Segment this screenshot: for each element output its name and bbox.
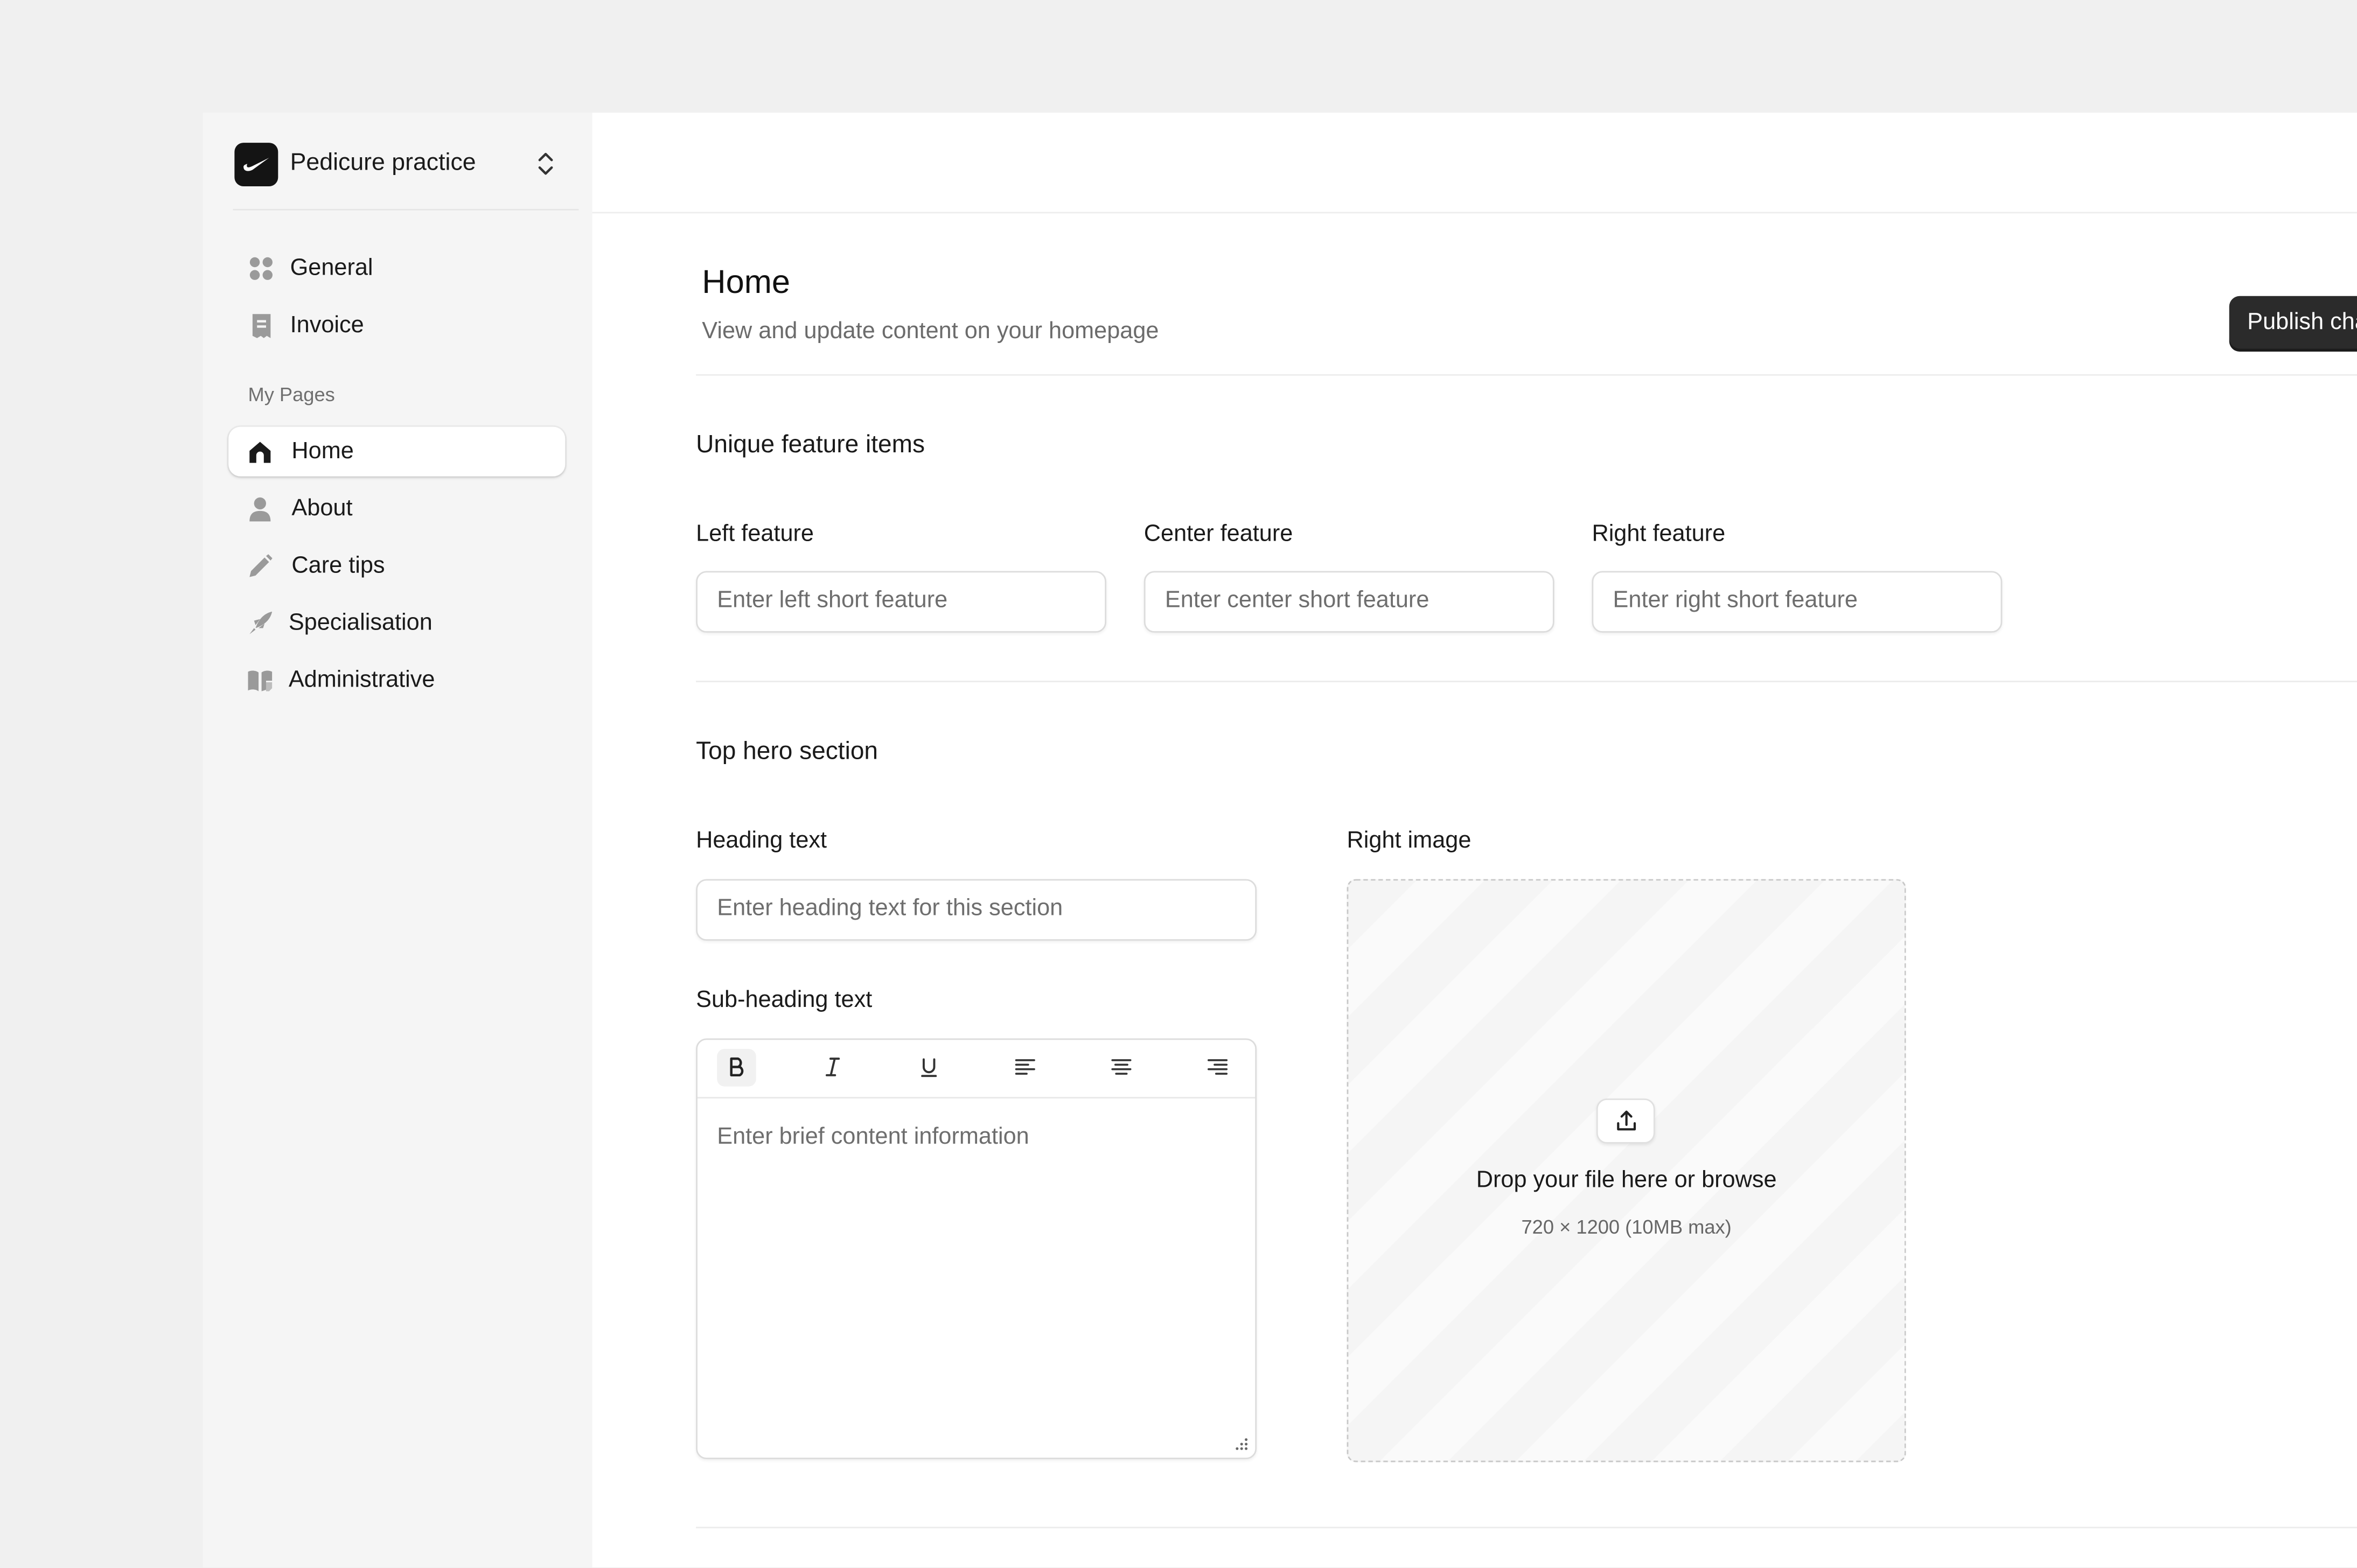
sidebar-item-invoice[interactable]: Invoice (228, 300, 565, 350)
align-right-button[interactable] (1198, 1049, 1237, 1087)
section-heading-features: Unique feature items (696, 431, 925, 459)
sidebar-item-label: General (290, 255, 373, 281)
divider (696, 1527, 2357, 1529)
rocket-icon (249, 611, 273, 634)
rich-text-editor[interactable]: Enter brief content information (696, 1038, 1257, 1459)
top-bar (592, 113, 2357, 214)
divider (696, 374, 2357, 376)
book-icon (248, 670, 273, 691)
brand-logo (234, 143, 278, 187)
left-feature-label: Left feature (696, 521, 814, 547)
align-right-icon (1207, 1059, 1228, 1075)
sidebar-item-label: Administrative (288, 667, 435, 693)
heading-text-input[interactable]: Enter heading text for this section (696, 879, 1257, 941)
sidebar-item-label: Home (291, 438, 354, 465)
sidebar-item-care-tips[interactable]: Care tips (228, 541, 565, 591)
pencil-icon (249, 554, 273, 577)
underline-icon (921, 1058, 937, 1077)
dropzone-title: Drop your file here or browse (1476, 1167, 1777, 1193)
page-subtitle: View and update content on your homepage (702, 318, 1159, 345)
align-center-button[interactable] (1102, 1049, 1141, 1087)
subheading-text-label: Sub-heading text (696, 987, 873, 1013)
user-icon (249, 497, 271, 522)
center-feature-input[interactable]: Enter center short feature (1143, 571, 1554, 633)
heading-text-label: Heading text (696, 828, 827, 854)
workspace-switcher[interactable]: Pedicure practice (233, 140, 579, 211)
receipt-icon (252, 314, 271, 338)
sidebar: Pedicure practice General Invoice My Pag… (203, 113, 592, 1567)
bold-button[interactable] (717, 1048, 756, 1087)
upload-icon (1617, 1110, 1636, 1131)
sidebar-item-specialisation[interactable]: Specialisation (228, 598, 565, 648)
sidebar-item-label: Specialisation (288, 610, 433, 636)
sidebar-item-home[interactable]: Home (228, 426, 566, 477)
underline-button[interactable] (909, 1049, 949, 1087)
right-feature-label: Right feature (1592, 521, 1726, 547)
sidebar-item-about[interactable]: About (228, 484, 565, 534)
main-content: Home View and update content on your hom… (592, 113, 2357, 1567)
workspace-name: Pedicure practice (290, 150, 476, 176)
left-feature-input[interactable]: Enter left short feature (696, 571, 1107, 633)
resize-handle-icon[interactable] (1234, 1437, 1249, 1452)
sidebar-item-administrative[interactable]: Administrative (228, 655, 565, 705)
section-heading-hero: Top hero section (696, 738, 878, 765)
page-title: Home (702, 263, 791, 301)
dropzone-hint: 720 × 1200 (10MB max) (1521, 1215, 1732, 1238)
editor-placeholder: Enter brief content information (717, 1124, 1029, 1150)
sidebar-item-general[interactable]: General (228, 243, 565, 293)
italic-icon (825, 1058, 840, 1076)
home-icon (249, 442, 271, 463)
upload-button[interactable] (1596, 1098, 1655, 1144)
center-feature-label: Center feature (1143, 521, 1293, 547)
sidebar-item-label: Care tips (291, 553, 385, 579)
sidebar-item-label: Invoice (290, 312, 364, 338)
bold-icon (730, 1057, 744, 1077)
align-center-icon (1111, 1059, 1132, 1075)
editor-toolbar (697, 1040, 1256, 1099)
right-image-label: Right image (1347, 828, 1472, 854)
publish-changes-button[interactable]: Publish changes (2229, 296, 2357, 352)
divider (696, 681, 2357, 683)
italic-button[interactable] (813, 1049, 853, 1087)
image-dropzone[interactable]: Drop your file here or browse 720 × 1200… (1347, 879, 1906, 1462)
align-left-icon (1015, 1059, 1035, 1075)
chevron-up-down-icon[interactable] (534, 149, 558, 179)
section-label-my-pages: My Pages (248, 383, 335, 406)
grid-icon (249, 257, 273, 280)
app-window: Pedicure practice General Invoice My Pag… (0, 0, 2357, 1567)
right-feature-input[interactable]: Enter right short feature (1592, 571, 2003, 633)
sidebar-item-label: About (291, 495, 353, 522)
align-left-button[interactable] (1006, 1049, 1045, 1087)
swoosh-icon (243, 158, 269, 171)
